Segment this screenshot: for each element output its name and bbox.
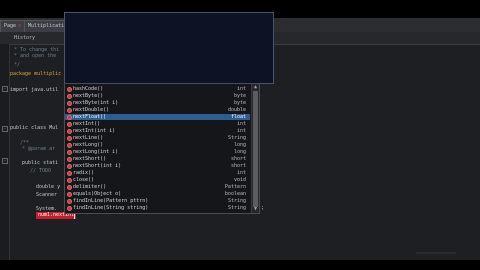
line-gutter: − − − [0,44,10,260]
scroll-up-icon[interactable]: ▲ [252,84,259,91]
method-signature: nextShort(int i) [73,163,122,169]
return-type: byte [233,93,246,99]
javadoc-popup [64,12,274,84]
method-signature: nextByte(int i) [73,100,119,106]
method-icon [67,157,72,162]
close-icon[interactable]: x [18,23,21,29]
fold-icon[interactable]: − [2,86,8,92]
return-type: short [230,163,246,169]
code-line: Scanner [36,192,58,198]
return-type: int [236,86,246,92]
method-signature: nextByte() [73,93,104,99]
code-line: // TODO [30,168,52,174]
method-icon [67,94,72,99]
return-type: long [233,142,246,148]
method-icon [67,185,72,190]
return-type: int [236,121,246,127]
history-button[interactable]: History [14,34,35,42]
method-icon [67,136,72,141]
method-signature: equals(Object o) [73,191,122,197]
method-signature: delimiter() [73,184,107,190]
method-icon [67,178,72,183]
method-icon [67,115,72,120]
scroll-down-icon[interactable]: ▼ [252,206,259,213]
code-line: */ [14,62,21,68]
method-icon [67,206,72,211]
autocomplete-item[interactable]: nextLong(int i) long [65,149,250,155]
method-icon [67,150,72,155]
autocomplete-scrollbar[interactable]: ▲ ▼ [251,84,259,213]
code-line: * @param ar [22,146,56,152]
method-icon [67,192,72,197]
method-signature: nextShort() [73,156,107,162]
autocomplete-item[interactable]: nextShort() short [65,156,250,162]
method-signature: nextLine() [73,135,104,141]
method-signature: findInLine(Pattern pttrn) [73,198,149,204]
return-type: String [227,198,246,204]
method-icon [67,164,72,169]
method-icon [67,129,72,134]
autocomplete-popup[interactable]: hashCode() int nextByte() byte nextByte(int … [64,83,260,214]
autocomplete-item[interactable]: nextByte(int i) byte [65,100,250,106]
autocomplete-item[interactable]: nextDouble() double [65,107,250,113]
autocomplete-item[interactable]: nextFloat() float [65,114,250,120]
code-line: import java.util [10,87,59,93]
autocomplete-item[interactable]: equals(Object o) boolean [65,191,250,197]
method-signature: nextLong(int i) [73,149,119,155]
method-signature: nextInt() [73,121,101,127]
method-signature: nextLong() [73,142,104,148]
return-type: String [227,205,246,211]
code-line: * and open the [14,53,57,59]
method-icon [67,199,72,204]
code-line: package multiplic [10,71,62,77]
tab-page[interactable]: Page x [0,20,26,32]
method-signature: nextInt(int i) [73,128,116,134]
code-line: public stati [22,160,59,166]
autocomplete-item[interactable]: hashCode() int [65,86,250,92]
bottom-letterbox [0,260,480,270]
autocomplete-item[interactable]: delimiter() Pattern [65,184,250,190]
method-signature: radix() [73,170,95,176]
method-icon [67,122,72,127]
method-icon [67,108,72,113]
method-signature: nextFloat() [73,114,107,120]
autocomplete-item[interactable]: nextLine() String [65,135,250,141]
return-type: float [230,114,246,120]
return-type: long [233,149,246,155]
return-type: int [236,128,246,134]
return-type: String [227,135,246,141]
autocomplete-item[interactable]: nextLong() long [65,142,250,148]
autocomplete-item[interactable]: nextByte() byte [65,93,250,99]
return-type: byte [233,100,246,106]
method-icon [67,171,72,176]
code-line: public class Mul [10,125,59,131]
method-signature: hashCode() [73,86,104,92]
method-signature: findInLine(String string) [73,205,149,211]
return-type: int [236,170,246,176]
autocomplete-item[interactable]: nextInt() int [65,121,250,127]
scroll-thumb[interactable] [253,91,258,207]
autocomplete-item[interactable]: nextInt(int i) int [65,128,250,134]
method-signature: nextDouble() [73,107,110,113]
autocomplete-item[interactable]: close() void [65,177,250,183]
tab-label: Page [4,23,17,29]
autocomplete-item[interactable]: nextShort(int i) short [65,163,250,169]
fold-icon[interactable]: − [2,126,8,132]
return-type: short [230,156,246,162]
return-type: void [233,177,246,183]
method-icon [67,101,72,106]
fold-icon[interactable]: − [2,158,8,164]
method-icon [67,87,72,92]
autocomplete-item[interactable]: findInLine(Pattern pttrn) String [65,198,250,204]
code-line: double y [36,184,61,190]
method-signature: close() [73,177,95,183]
return-type: double [227,107,246,113]
autocomplete-item[interactable]: radix() int [65,170,250,176]
status-mark [416,252,456,254]
autocomplete-item[interactable]: findInLine(String string) String [65,205,250,211]
return-type: boolean [224,191,246,197]
method-icon [67,143,72,148]
return-type: Pattern [224,184,246,190]
